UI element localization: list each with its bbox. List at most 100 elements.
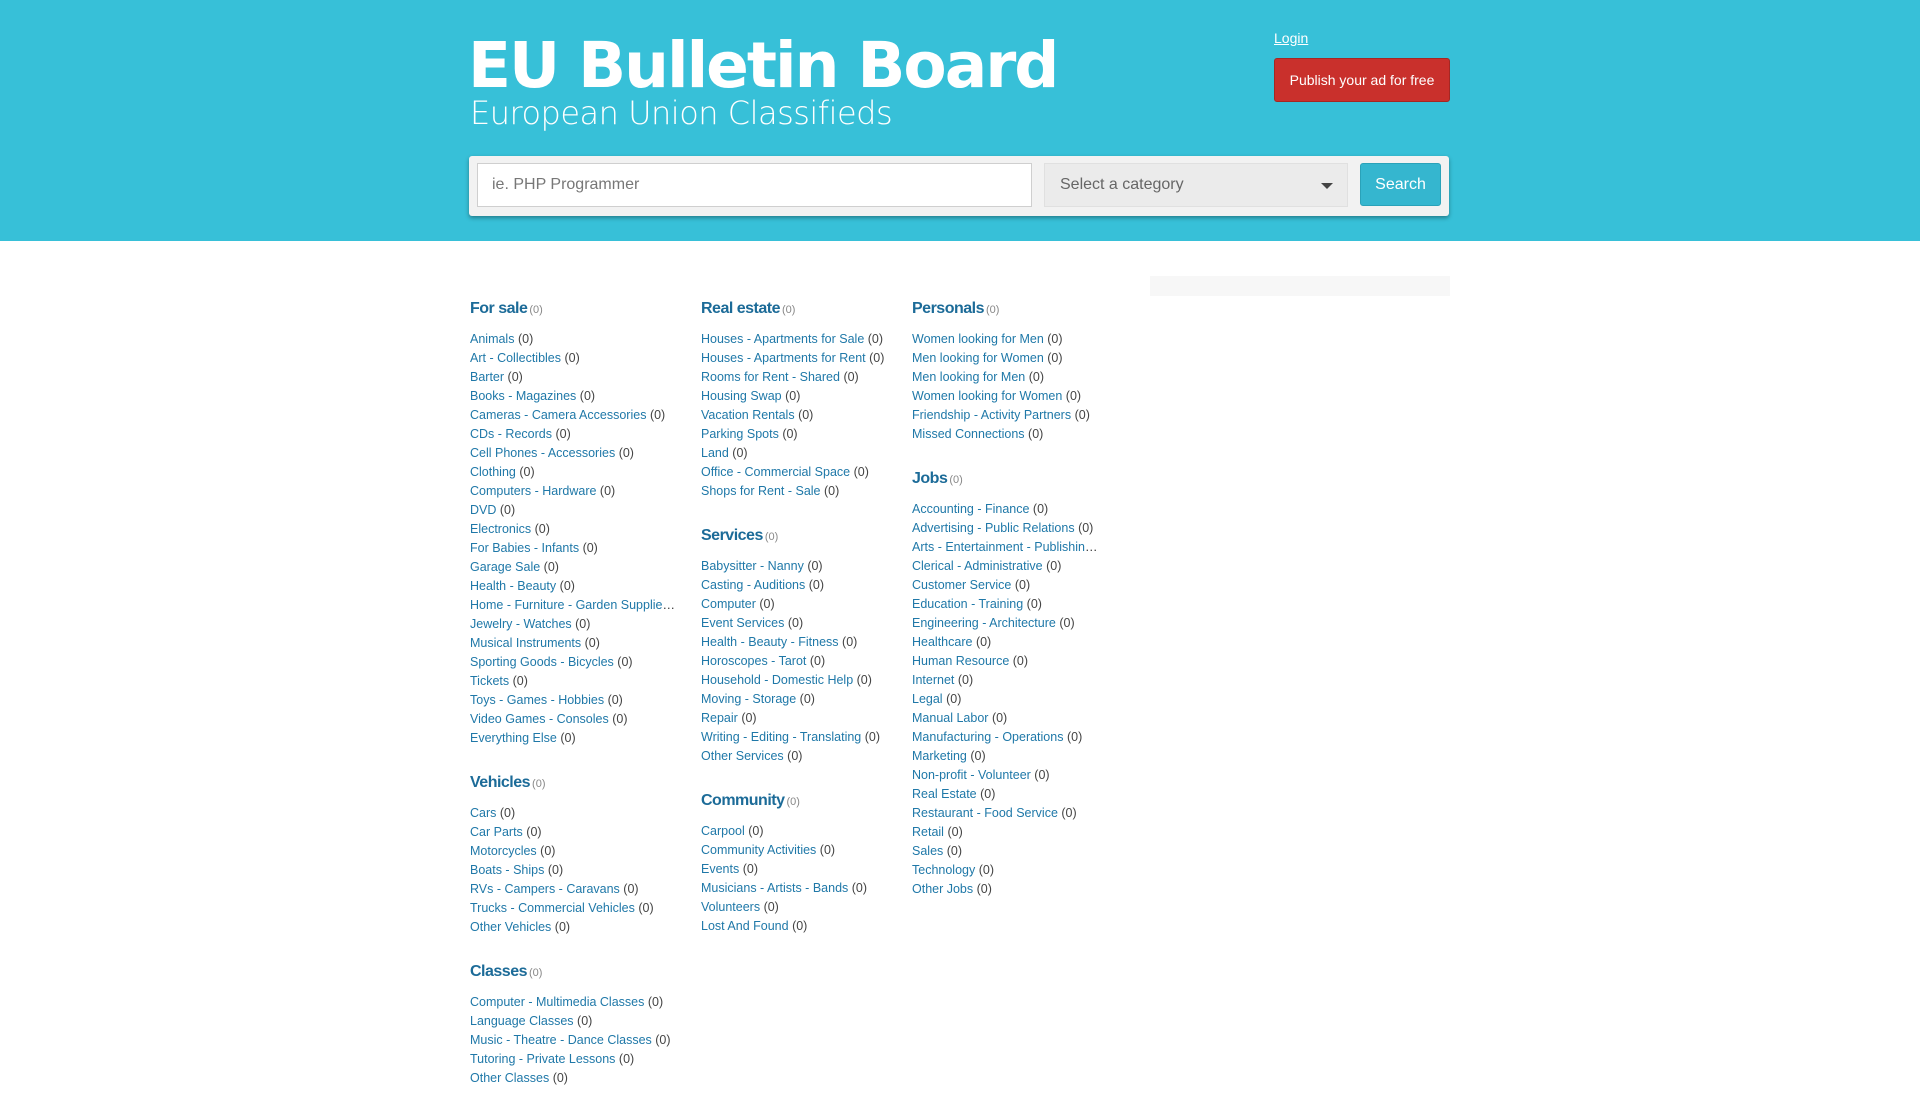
subcategory-link[interactable]: Other Services (701, 749, 784, 763)
subcategory-link[interactable]: Marketing (912, 749, 967, 763)
subcategory-link[interactable]: Everything Else (470, 731, 557, 745)
subcategory-link[interactable]: Computers - Hardware (470, 484, 596, 498)
subcategory-link[interactable]: Electronics (470, 522, 531, 536)
subcategory-link[interactable]: Community Activities (701, 843, 816, 857)
subcategory-link[interactable]: Volunteers (701, 900, 760, 914)
category-title-link[interactable]: Classes (470, 963, 528, 980)
subcategory-link[interactable]: Clothing (470, 465, 516, 479)
subcategory-link[interactable]: Motorcycles (470, 844, 537, 858)
subcategory-link[interactable]: Household - Domestic Help (701, 673, 853, 687)
subcategory-link[interactable]: Tutoring - Private Lessons (470, 1052, 615, 1066)
category-title-link[interactable]: Personals (912, 300, 984, 317)
subcategory-link[interactable]: Technology (912, 863, 975, 877)
search-input[interactable] (477, 163, 1032, 207)
category-title-link[interactable]: Vehicles (470, 774, 531, 791)
subcategory-link[interactable]: Toys - Games - Hobbies (470, 693, 604, 707)
subcategory-link[interactable]: Casting - Auditions (701, 578, 805, 592)
subcategory-link[interactable]: For Babies - Infants (470, 541, 579, 555)
subcategory-link[interactable]: Real Estate (912, 787, 977, 801)
subcategory-link[interactable]: Education - Training (912, 597, 1023, 611)
subcategory-link[interactable]: Video Games - Consoles (470, 712, 609, 726)
subcategory-link[interactable]: Legal (912, 692, 943, 706)
subcategory-link[interactable]: Car Parts (470, 825, 523, 839)
subcategory-link[interactable]: Moving - Storage (701, 692, 796, 706)
subcategory-link[interactable]: Other Classes (470, 1071, 549, 1085)
subcategory-link[interactable]: Customer Service (912, 578, 1011, 592)
subcategory-link[interactable]: CDs - Records (470, 427, 552, 441)
subcategory-link[interactable]: Men looking for Men (912, 370, 1025, 384)
subcategory-link[interactable]: Health - Beauty - Fitness (701, 635, 839, 649)
subcategory-link[interactable]: Missed Connections (912, 427, 1025, 441)
subcategory-link[interactable]: Garage Sale (470, 560, 540, 574)
subcategory-link[interactable]: Houses - Apartments for Sale (701, 332, 864, 346)
subcategory-link[interactable]: Healthcare (912, 635, 972, 649)
subcategory-link[interactable]: Housing Swap (701, 389, 782, 403)
subcategory-link[interactable]: Houses - Apartments for Rent (701, 351, 866, 365)
subcategory-link[interactable]: Computer - Multimedia Classes (470, 995, 644, 1009)
subcategory-link[interactable]: Manual Labor (912, 711, 988, 725)
subcategory-link[interactable]: Manufacturing - Operations (912, 730, 1063, 744)
subcategory-link[interactable]: Musical Instruments (470, 636, 581, 650)
subcategory-link[interactable]: Shops for Rent - Sale (701, 484, 821, 498)
subcategory-link[interactable]: Tickets (470, 674, 509, 688)
subcategory-link[interactable]: Books - Magazines (470, 389, 576, 403)
subcategory-link[interactable]: Music - Theatre - Dance Classes (470, 1033, 652, 1047)
subcategory-link[interactable]: Writing - Editing - Translating (701, 730, 861, 744)
subcategory-link[interactable]: Jewelry - Watches (470, 617, 572, 631)
subcategory-link[interactable]: Office - Commercial Space (701, 465, 850, 479)
subcategory-link[interactable]: Sporting Goods - Bicycles (470, 655, 614, 669)
subcategory-link[interactable]: Restaurant - Food Service (912, 806, 1058, 820)
subcategory-link[interactable]: Computer (701, 597, 756, 611)
subcategory-link[interactable]: Lost And Found (701, 919, 789, 933)
subcategory-link[interactable]: Parking Spots (701, 427, 779, 441)
subcategory-link[interactable]: Art - Collectibles (470, 351, 561, 365)
subcategory-link[interactable]: Musicians - Artists - Bands (701, 881, 848, 895)
subcategory-link[interactable]: Arts - Entertainment - Publishing (912, 540, 1098, 554)
subcategory-link[interactable]: RVs - Campers - Caravans (470, 882, 620, 896)
subcategory-link[interactable]: Carpool (701, 824, 745, 838)
subcategory-link[interactable]: Rooms for Rent - Shared (701, 370, 840, 384)
category-select[interactable]: Select a category (1044, 163, 1348, 207)
subcategory-link[interactable]: Home - Furniture - Garden Supplies (470, 598, 675, 612)
category-title-link[interactable]: Community (701, 792, 785, 809)
subcategory-link[interactable]: Accounting - Finance (912, 502, 1029, 516)
subcategory-link[interactable]: Cars (470, 806, 496, 820)
subcategory-link[interactable]: Other Jobs (912, 882, 973, 896)
subcategory-link[interactable]: Non-profit - Volunteer (912, 768, 1031, 782)
subcategory-link[interactable]: Engineering - Architecture (912, 616, 1056, 630)
subcategory-link[interactable]: Barter (470, 370, 504, 384)
publish-ad-button[interactable]: Publish your ad for free (1274, 58, 1450, 102)
subcategory-link[interactable]: Friendship - Activity Partners (912, 408, 1071, 422)
category-title-link[interactable]: Jobs (912, 470, 948, 487)
subcategory-link[interactable]: Sales (912, 844, 943, 858)
subcategory-link[interactable]: Horoscopes - Tarot (701, 654, 806, 668)
subcategory-link[interactable]: Clerical - Administrative (912, 559, 1043, 573)
login-link[interactable]: Login (1274, 30, 1308, 46)
subcategory-link[interactable]: Men looking for Women (912, 351, 1044, 365)
subcategory-link[interactable]: Internet (912, 673, 954, 687)
subcategory-link[interactable]: Trucks - Commercial Vehicles (470, 901, 635, 915)
category-title-link[interactable]: For sale (470, 300, 528, 317)
subcategory-link[interactable]: Human Resource (912, 654, 1009, 668)
subcategory-link[interactable]: Women looking for Women (912, 389, 1062, 403)
subcategory-link[interactable]: Advertising - Public Relations (912, 521, 1075, 535)
subcategory-link[interactable]: DVD (470, 503, 496, 517)
subcategory-link[interactable]: Event Services (701, 616, 784, 630)
subcategory-link[interactable]: Women looking for Men (912, 332, 1044, 346)
subcategory-link[interactable]: Language Classes (470, 1014, 574, 1028)
subcategory-link[interactable]: Cell Phones - Accessories (470, 446, 615, 460)
subcategory-link[interactable]: Boats - Ships (470, 863, 544, 877)
search-button[interactable]: Search (1360, 163, 1441, 206)
subcategory-link[interactable]: Vacation Rentals (701, 408, 795, 422)
subcategory-link[interactable]: Events (701, 862, 739, 876)
category-title-link[interactable]: Real estate (701, 300, 781, 317)
subcategory-link[interactable]: Babysitter - Nanny (701, 559, 804, 573)
subcategory-link[interactable]: Retail (912, 825, 944, 839)
subcategory-link[interactable]: Cameras - Camera Accessories (470, 408, 646, 422)
subcategory-link[interactable]: Other Vehicles (470, 920, 551, 934)
subcategory-link[interactable]: Repair (701, 711, 738, 725)
subcategory-link[interactable]: Land (701, 446, 729, 460)
category-title-link[interactable]: Services (701, 527, 763, 544)
subcategory-link[interactable]: Animals (470, 332, 514, 346)
subcategory-link[interactable]: Health - Beauty (470, 579, 556, 593)
